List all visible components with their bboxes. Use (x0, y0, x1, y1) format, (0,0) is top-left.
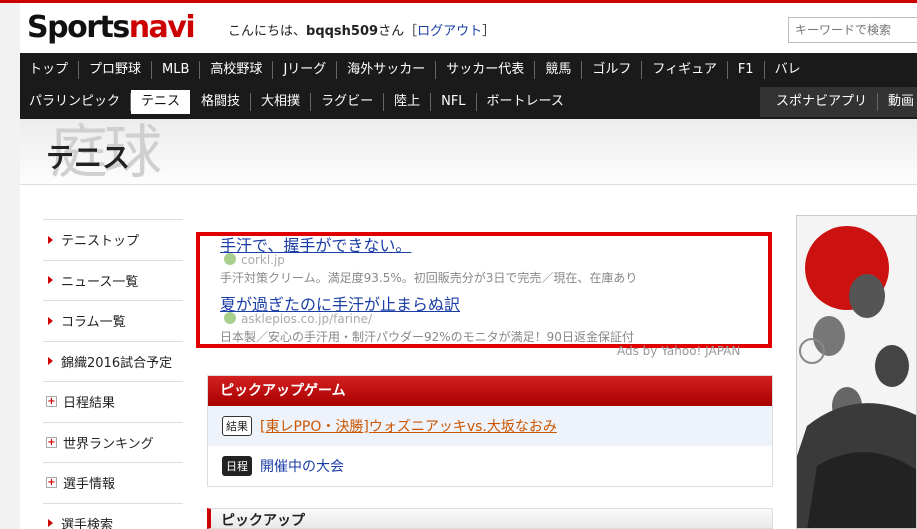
schedule-tag: 日程 (222, 456, 252, 476)
nav-item-nfl[interactable]: NFL (431, 93, 477, 111)
nav-right-group: スポナビアプリ 動画 (760, 87, 917, 117)
nav-item-high-school-baseball[interactable]: 高校野球 (200, 61, 274, 79)
sidebar-item-player-info[interactable]: + 選手情報 (43, 462, 183, 503)
arrow-right-icon (48, 276, 53, 285)
sidebar-item-column-list[interactable]: コラム一覧 (43, 300, 183, 341)
ad-description: 日本製／安心の手汗用・制汗パウダー92%のモニタが満足！90日返金保証付 (220, 330, 634, 344)
site-header: Sportsnavi こんにちは、bqqsh509さん［ログアウト］ (20, 3, 917, 53)
sponsored-ads-box: 手汗で、握手ができない。 corkl.jp 手汗対策クリーム。満足度93.5%。… (196, 232, 772, 348)
ongoing-tournaments-link[interactable]: 開催中の大会 (260, 456, 344, 476)
plus-box-icon: + (46, 396, 57, 408)
sidebar-item-label: テニストップ (61, 234, 140, 250)
nav-item-boat-race[interactable]: ボートレース (477, 93, 574, 111)
sidebar-item-player-search[interactable]: 選手検索 (43, 502, 183, 529)
greeting-suffix: さん［ (378, 24, 418, 39)
nav-item-sumo[interactable]: 大相撲 (251, 93, 312, 111)
pickup-game-header: ピックアップゲーム (208, 376, 772, 406)
arrow-right-icon (48, 316, 53, 325)
logo-navi: navi (128, 10, 196, 45)
tennis-players-illustration (797, 274, 916, 528)
logout-link[interactable]: ログアウト (417, 24, 482, 39)
sidebar-item-label: 錦織2016試合予定 (61, 355, 173, 371)
plus-box-icon: + (46, 477, 57, 489)
sidebar-item-nishikori-schedule[interactable]: 錦織2016試合予定 (43, 340, 183, 382)
nav-item-video[interactable]: 動画 (878, 93, 917, 111)
plus-box-icon: + (46, 436, 57, 448)
sidebar-item-tennis-top[interactable]: テニストップ (43, 219, 183, 260)
sidebar-item-label: 選手情報 (63, 477, 116, 493)
ad-url-text: asklepios.co.jp/farine/ (241, 312, 373, 326)
nav-item-pro-baseball[interactable]: プロ野球 (79, 61, 153, 79)
ad-url: asklepios.co.jp/farine/ (224, 312, 372, 326)
page-title: テニス (46, 141, 131, 174)
nav-item-f1[interactable]: F1 (728, 61, 765, 79)
page-title-band: 庭球 テニス (20, 119, 917, 185)
nav-item-sponavi-app[interactable]: スポナビアプリ (766, 93, 879, 111)
nav-item-tennis[interactable]: テニス (131, 90, 191, 114)
greeting-prefix: こんにちは、 (228, 24, 307, 39)
greeting-bracket-close: ］ (482, 24, 496, 39)
sidebar-item-schedule-results[interactable]: + 日程結果 (43, 381, 183, 422)
nav-item-figure-skating[interactable]: フィギュア (642, 61, 728, 79)
logo-sports: Sports (27, 10, 130, 45)
arrow-right-icon (48, 519, 53, 528)
sidebar-item-label: 選手検索 (61, 517, 114, 529)
nav-row-1: トップ プロ野球 MLB 高校野球 Jリーグ 海外サッカー サッカー代表 競馬 … (20, 55, 811, 85)
global-nav: トップ プロ野球 MLB 高校野球 Jリーグ 海外サッカー サッカー代表 競馬 … (20, 53, 917, 119)
keyword-search-input[interactable] (788, 17, 917, 43)
nav-item-golf[interactable]: ゴルフ (582, 61, 643, 79)
globe-icon (224, 312, 236, 324)
result-match-link[interactable]: [東レPPO・決勝]ウォズニアッキvs.大坂なおみ (260, 416, 557, 436)
nav-item-martial-arts[interactable]: 格闘技 (191, 93, 252, 111)
arrow-right-icon (48, 235, 53, 244)
sidebar-item-world-ranking[interactable]: + 世界ランキング (43, 421, 183, 463)
nav-item-j-league[interactable]: Jリーグ (273, 61, 338, 79)
sidebar-item-label: ニュース一覧 (61, 274, 139, 290)
pickup-game-result-row: 結果 [東レPPO・決勝]ウォズニアッキvs.大坂なおみ (208, 406, 772, 446)
pickup-game-schedule-row: 日程 開催中の大会 (208, 446, 772, 486)
nav-row-2: パラリンピック テニス 格闘技 大相撲 ラグビー 陸上 NFL ボートレース (20, 87, 574, 117)
nav-item-athletics[interactable]: 陸上 (384, 93, 432, 111)
ad-url-text: corkl.jp (241, 253, 285, 267)
sidebar-item-label: コラム一覧 (61, 315, 126, 331)
nav-item-mlb[interactable]: MLB (152, 61, 201, 79)
result-tag: 結果 (222, 416, 252, 436)
arrow-right-icon (48, 357, 53, 366)
user-greeting: こんにちは、bqqsh509さん［ログアウト］ (228, 20, 495, 39)
pickup-section-header: ピックアップ (207, 508, 773, 529)
ad-url: corkl.jp (224, 253, 285, 267)
nav-item-volleyball[interactable]: バレ (765, 61, 811, 79)
nav-item-paralympics[interactable]: パラリンピック (20, 93, 132, 111)
sportsnavi-logo[interactable]: Sportsnavi (27, 10, 196, 46)
ad-description: 手汗対策クリーム。満足度93.5%。初回販売分が3日で完売／現在、在庫あり (220, 271, 638, 285)
ads-by-yahoo-link[interactable]: Ads by Yahoo! JAPAN (617, 344, 740, 358)
nav-item-overseas-soccer[interactable]: 海外サッカー (337, 61, 437, 79)
nav-item-top[interactable]: トップ (20, 61, 80, 79)
left-gutter (0, 3, 20, 529)
nav-item-horse-racing[interactable]: 競馬 (535, 61, 583, 79)
nav-item-rugby[interactable]: ラグビー (311, 93, 385, 111)
side-banner-image[interactable] (796, 215, 917, 529)
sidebar-item-label: 日程結果 (63, 396, 116, 412)
nav-item-soccer-national[interactable]: サッカー代表 (436, 61, 536, 79)
sidebar-item-news-list[interactable]: ニュース一覧 (43, 259, 183, 301)
username: bqqsh509 (306, 24, 379, 39)
sidebar-item-label: 世界ランキング (63, 436, 154, 452)
globe-icon (224, 253, 236, 265)
sidebar-menu: テニストップ ニュース一覧 コラム一覧 錦織2016試合予定 + 日程結果 + 世界… (43, 219, 183, 529)
pickup-game-panel: ピックアップゲーム 結果 [東レPPO・決勝]ウォズニアッキvs.大坂なおみ 日… (207, 375, 773, 487)
